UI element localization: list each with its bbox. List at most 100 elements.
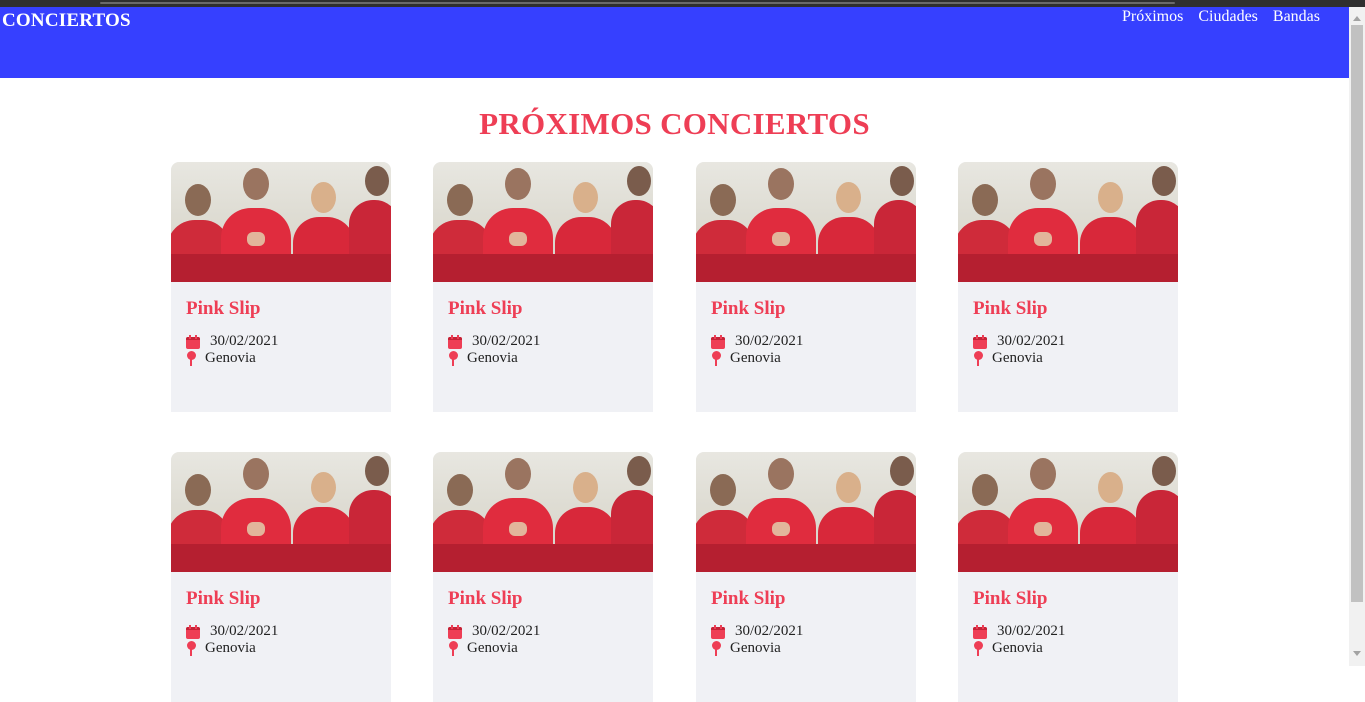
concert-title[interactable]: Pink Slip — [448, 588, 638, 610]
nav-link-proximos[interactable]: Próximos — [1122, 8, 1183, 26]
concert-location: Genovia — [730, 350, 781, 366]
date-row: 30/02/2021 — [448, 333, 638, 350]
calendar-icon — [973, 624, 987, 639]
map-pin-icon — [186, 351, 196, 366]
calendar-icon — [711, 334, 725, 349]
concert-location: Genovia — [992, 350, 1043, 366]
date-row: 30/02/2021 — [448, 623, 638, 640]
concert-card[interactable]: Pink Slip 30/02/2021 Genovia — [171, 452, 391, 702]
concert-title[interactable]: Pink Slip — [711, 588, 901, 610]
concert-meta: 30/02/2021 Genovia — [448, 333, 638, 367]
band-photo — [433, 452, 653, 572]
concert-meta: 30/02/2021 Genovia — [711, 623, 901, 657]
date-row: 30/02/2021 — [186, 623, 376, 640]
card-body: Pink Slip 30/02/2021 Genovia — [696, 572, 916, 657]
nav-link-ciudades[interactable]: Ciudades — [1198, 8, 1258, 26]
date-row: 30/02/2021 — [711, 623, 901, 640]
concert-title[interactable]: Pink Slip — [186, 588, 376, 610]
concert-location: Genovia — [205, 640, 256, 656]
concert-title[interactable]: Pink Slip — [186, 298, 376, 320]
map-pin-icon — [711, 641, 721, 656]
nav-link-bandas[interactable]: Bandas — [1273, 8, 1320, 26]
concert-card[interactable]: Pink Slip 30/02/2021 Genovia — [433, 452, 653, 702]
concert-date: 30/02/2021 — [210, 623, 279, 639]
date-row: 30/02/2021 — [973, 333, 1163, 350]
concert-date: 30/02/2021 — [735, 333, 804, 349]
map-pin-icon — [186, 641, 196, 656]
map-pin-icon — [711, 351, 721, 366]
location-row: Genovia — [973, 350, 1163, 367]
concert-meta: 30/02/2021 Genovia — [186, 623, 376, 657]
location-row: Genovia — [973, 640, 1163, 657]
map-pin-icon — [448, 351, 458, 366]
vertical-scrollbar[interactable] — [1349, 7, 1365, 666]
concert-card[interactable]: Pink Slip 30/02/2021 Genovia — [696, 452, 916, 702]
concert-meta: 30/02/2021 Genovia — [186, 333, 376, 367]
band-photo — [171, 162, 391, 282]
concert-date: 30/02/2021 — [997, 623, 1066, 639]
band-photo — [696, 162, 916, 282]
concert-date: 30/02/2021 — [472, 623, 541, 639]
band-photo — [958, 452, 1178, 572]
concert-location: Genovia — [730, 640, 781, 656]
calendar-icon — [448, 624, 462, 639]
concert-date: 30/02/2021 — [735, 623, 804, 639]
location-row: Genovia — [448, 640, 638, 657]
location-row: Genovia — [711, 350, 901, 367]
band-photo — [958, 162, 1178, 282]
concert-location: Genovia — [205, 350, 256, 366]
card-body: Pink Slip 30/02/2021 Genovia — [171, 572, 391, 657]
map-pin-icon — [448, 641, 458, 656]
browser-top-bar — [0, 0, 1365, 7]
concert-location: Genovia — [467, 350, 518, 366]
concert-title[interactable]: Pink Slip — [973, 298, 1163, 320]
brand-logo[interactable]: CONCIERTOS — [2, 10, 131, 32]
calendar-icon — [186, 334, 200, 349]
concert-card[interactable]: Pink Slip 30/02/2021 Genovia — [958, 452, 1178, 702]
map-pin-icon — [973, 351, 983, 366]
nav-links: Próximos Ciudades Bandas — [1122, 8, 1320, 26]
map-pin-icon — [973, 641, 983, 656]
concert-meta: 30/02/2021 Genovia — [448, 623, 638, 657]
concert-date: 30/02/2021 — [210, 333, 279, 349]
concert-meta: 30/02/2021 Genovia — [973, 333, 1163, 367]
card-body: Pink Slip 30/02/2021 Genovia — [696, 282, 916, 367]
location-row: Genovia — [186, 350, 376, 367]
navbar: CONCIERTOS Próximos Ciudades Bandas — [0, 7, 1349, 78]
concert-title[interactable]: Pink Slip — [711, 298, 901, 320]
concert-location: Genovia — [467, 640, 518, 656]
card-body: Pink Slip 30/02/2021 Genovia — [171, 282, 391, 367]
card-body: Pink Slip 30/02/2021 Genovia — [958, 282, 1178, 367]
card-body: Pink Slip 30/02/2021 Genovia — [433, 572, 653, 657]
location-row: Genovia — [448, 350, 638, 367]
concert-card[interactable]: Pink Slip 30/02/2021 Genovia — [696, 162, 916, 412]
concert-meta: 30/02/2021 Genovia — [711, 333, 901, 367]
date-row: 30/02/2021 — [186, 333, 376, 350]
calendar-icon — [711, 624, 725, 639]
concert-title[interactable]: Pink Slip — [448, 298, 638, 320]
scroll-down-arrow-icon[interactable] — [1353, 651, 1361, 656]
date-row: 30/02/2021 — [973, 623, 1163, 640]
card-body: Pink Slip 30/02/2021 Genovia — [433, 282, 653, 367]
concert-location: Genovia — [992, 640, 1043, 656]
scroll-up-arrow-icon[interactable] — [1353, 16, 1361, 21]
calendar-icon — [448, 334, 462, 349]
band-photo — [433, 162, 653, 282]
band-photo — [171, 452, 391, 572]
location-row: Genovia — [711, 640, 901, 657]
location-row: Genovia — [186, 640, 376, 657]
concert-card[interactable]: Pink Slip 30/02/2021 Genovia — [433, 162, 653, 412]
scrollbar-thumb[interactable] — [1351, 25, 1363, 602]
concert-date: 30/02/2021 — [997, 333, 1066, 349]
band-photo — [696, 452, 916, 572]
date-row: 30/02/2021 — [711, 333, 901, 350]
concert-date: 30/02/2021 — [472, 333, 541, 349]
concert-title[interactable]: Pink Slip — [973, 588, 1163, 610]
page-title: PRÓXIMOS CONCIERTOS — [479, 106, 870, 141]
calendar-icon — [973, 334, 987, 349]
concert-card[interactable]: Pink Slip 30/02/2021 Genovia — [171, 162, 391, 412]
concert-meta: 30/02/2021 Genovia — [973, 623, 1163, 657]
calendar-icon — [186, 624, 200, 639]
concert-card[interactable]: Pink Slip 30/02/2021 Genovia — [958, 162, 1178, 412]
card-body: Pink Slip 30/02/2021 Genovia — [958, 572, 1178, 657]
